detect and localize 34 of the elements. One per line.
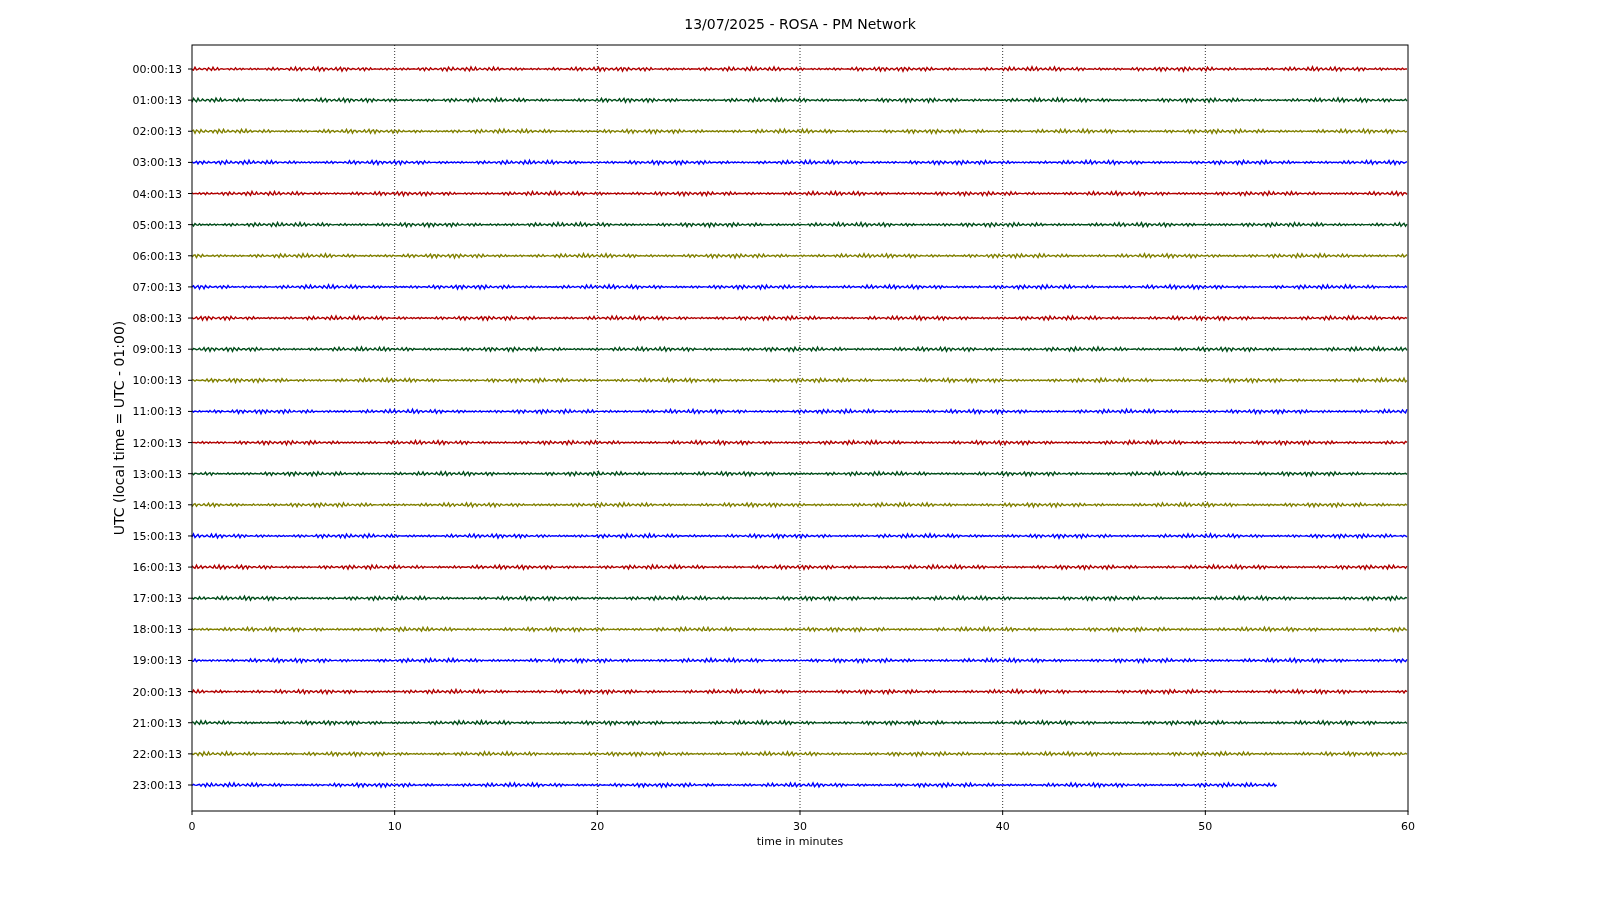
hour-tick-label: 13:00:13 — [132, 467, 182, 481]
hour-tick-label: 14:00:13 — [132, 498, 182, 512]
hour-tick-label: 05:00:13 — [132, 218, 182, 232]
hour-tick-label: 19:00:13 — [132, 654, 182, 668]
hour-tick-label: 01:00:13 — [132, 94, 182, 108]
hour-tick-label: 23:00:13 — [132, 779, 182, 792]
hour-tick-label: 17:00:13 — [132, 592, 182, 606]
hour-tick-label: 21:00:13 — [132, 716, 182, 730]
hour-tick-label: 12:00:13 — [132, 436, 182, 450]
hour-tick-label: 00:00:13 — [132, 63, 182, 76]
hour-tick-label: 22:00:13 — [132, 747, 182, 761]
minute-tick-label: 60 — [1401, 820, 1415, 833]
hour-tick-label: 10:00:13 — [132, 374, 182, 388]
hour-tick-label: 20:00:13 — [132, 685, 182, 699]
minute-tick-label: 50 — [1198, 820, 1213, 833]
hour-tick-label: 07:00:13 — [132, 280, 182, 294]
y-axis-label: UTC (local time = UTC - 01:00) — [111, 320, 127, 536]
hour-tick-label: 16:00:13 — [132, 561, 182, 575]
hour-tick-label: 11:00:13 — [132, 405, 182, 419]
hour-tick-label: 08:00:13 — [132, 312, 182, 326]
hour-tick-label: 02:00:13 — [132, 125, 182, 139]
hour-tick-label: 15:00:13 — [132, 529, 182, 543]
hour-tick-label: 09:00:13 — [132, 343, 182, 357]
hour-tick-label: 18:00:13 — [132, 623, 182, 637]
minute-tick-label: 20 — [590, 820, 605, 833]
hour-tick-label: 03:00:13 — [132, 156, 182, 170]
minute-tick-label: 0 — [188, 820, 196, 833]
minute-tick-label: 10 — [387, 820, 402, 833]
minute-tick-label: 30 — [793, 820, 807, 833]
hour-tick-label: 04:00:13 — [132, 187, 182, 201]
x-axis-label: time in minutes — [756, 835, 844, 848]
hour-tick-label: 06:00:13 — [132, 249, 182, 263]
minute-tick-label: 40 — [995, 820, 1010, 833]
plot-title: 13/07/2025 - ROSA - PM Network — [684, 16, 916, 32]
